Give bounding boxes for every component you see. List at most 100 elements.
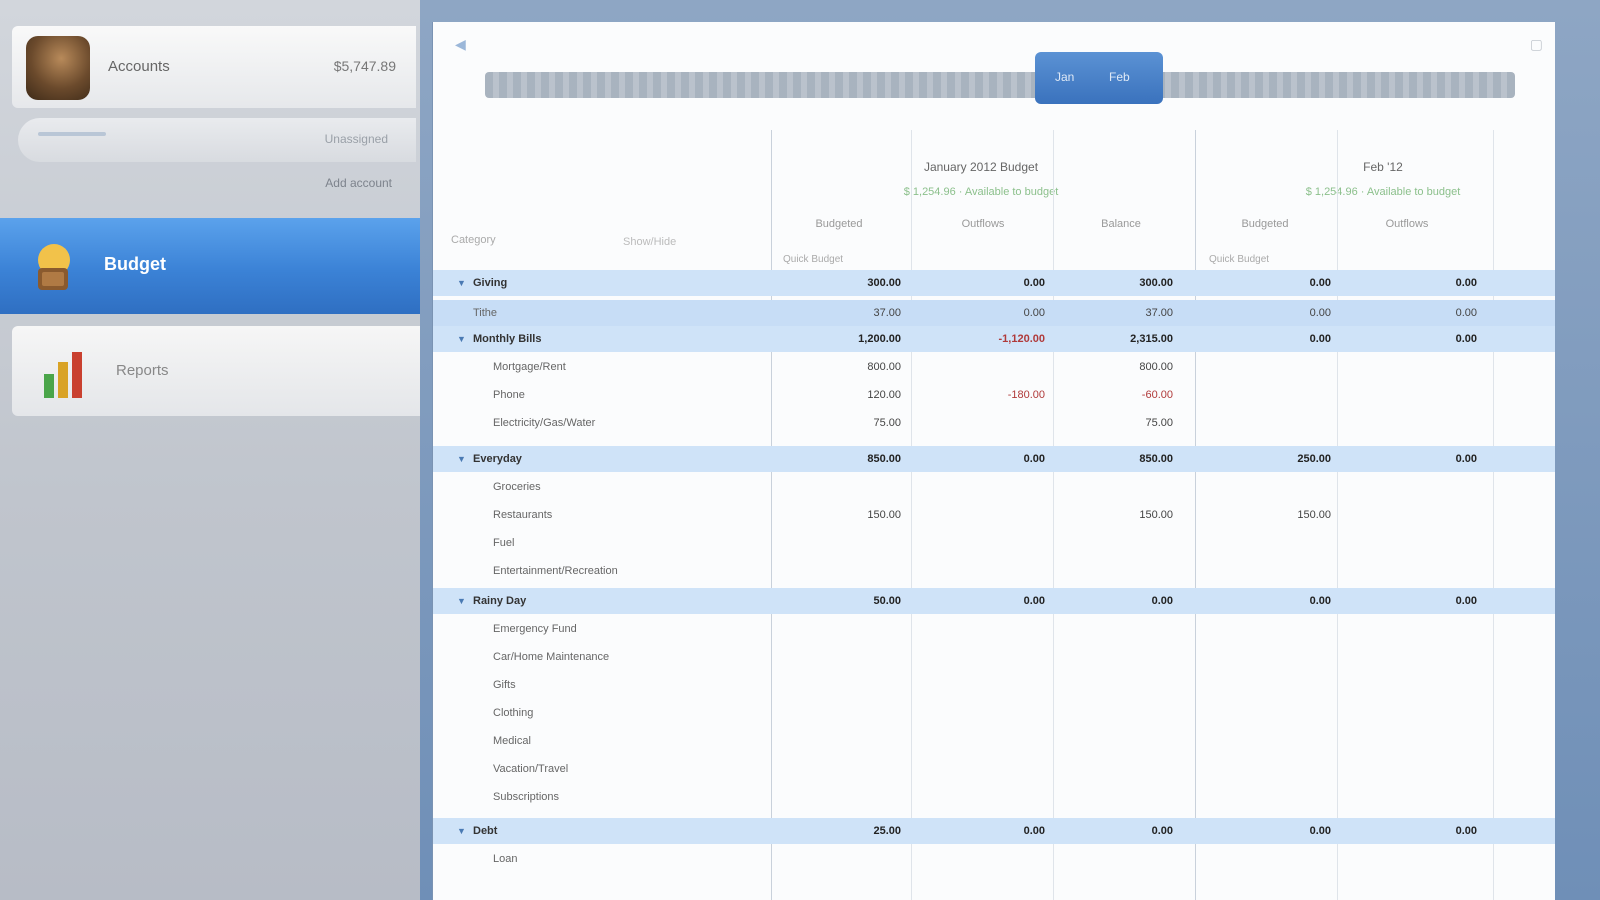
budgeted-cell[interactable]: 0.00 <box>1221 307 1331 319</box>
category-label: Rainy Day <box>473 595 527 607</box>
table-row[interactable]: Emergency Fund <box>433 616 1555 642</box>
column-header-balance: Balance <box>1101 218 1141 230</box>
expand-toggle-icon[interactable]: ▼ <box>457 278 466 288</box>
budgeted-cell[interactable]: 150.00 <box>1221 509 1331 521</box>
table-row[interactable]: Gifts <box>433 672 1555 698</box>
table-row[interactable]: Medical <box>433 728 1555 754</box>
table-row[interactable]: Tithe 37.00 0.00 37.00 0.00 0.00 <box>433 300 1555 326</box>
category-group-row[interactable]: ▼ Debt 25.00 0.00 0.00 0.00 0.00 <box>433 818 1555 844</box>
budgeted-cell[interactable]: 37.00 <box>791 307 901 319</box>
add-account-link[interactable]: Add account <box>325 176 392 190</box>
category-header[interactable]: Category <box>451 234 496 246</box>
available-to-budget: $ 1,254.96 · Available to budget <box>1305 186 1461 198</box>
category-label: Car/Home Maintenance <box>493 651 610 663</box>
budgeted-cell[interactable]: 300.00 <box>791 277 901 289</box>
month-group-header: Feb '12 $ 1,254.96 · Available to budget <box>1213 160 1553 198</box>
budgeted-cell[interactable]: 120.00 <box>791 389 901 401</box>
account-summary[interactable]: Accounts $5,747.89 <box>12 26 416 108</box>
table-row[interactable]: Phone 120.00 -180.00 -60.00 <box>433 382 1555 408</box>
outflows-cell: 0.00 <box>1455 453 1477 465</box>
outflows-cell: 0.00 <box>1455 333 1477 345</box>
balance-cell: 800.00 <box>1139 361 1173 373</box>
quick-budget-dropdown[interactable]: Quick Budget <box>783 254 843 265</box>
category-label: Clothing <box>493 707 534 719</box>
budgeted-cell[interactable]: 0.00 <box>1221 825 1331 837</box>
category-label: Phone <box>493 389 525 401</box>
expand-toggle-icon[interactable]: ▼ <box>457 454 466 464</box>
category-label: Fuel <box>493 537 515 549</box>
budget-panel: ◀ ▢ Jan Feb January 2012 Budget $ 1,254.… <box>432 22 1555 900</box>
outflows-cell: 0.00 <box>1023 453 1045 465</box>
outflows-cell: -1,120.00 <box>998 333 1045 345</box>
available-to-budget: $ 1,254.96 · Available to budget <box>903 186 1059 198</box>
category-label: Electricity/Gas/Water <box>493 417 596 429</box>
expand-toggle-icon[interactable]: ▼ <box>457 334 466 344</box>
expand-toggle-icon[interactable]: ▼ <box>457 826 466 836</box>
budgeted-cell[interactable]: 250.00 <box>1221 453 1331 465</box>
budgeted-cell[interactable]: 800.00 <box>791 361 901 373</box>
account-sub-row: Unassigned <box>18 118 416 162</box>
month-feb[interactable]: Feb <box>1109 70 1130 84</box>
category-group-row[interactable]: ▼ Monthly Bills 1,200.00 -1,120.00 2,315.00 0… <box>433 326 1555 352</box>
selected-months[interactable]: Jan Feb <box>1035 52 1163 104</box>
balance-cell: 37.00 <box>1145 307 1173 319</box>
month-group-title: Feb '12 <box>1363 160 1403 174</box>
category-label: Debt <box>473 825 498 837</box>
category-label: Mortgage/Rent <box>493 361 566 373</box>
month-group-header: January 2012 Budget $ 1,254.96 · Availab… <box>781 160 1181 198</box>
sidebar-item-reports[interactable]: Reports <box>12 326 420 416</box>
table-row[interactable]: Subscriptions <box>433 784 1555 810</box>
month-jan[interactable]: Jan <box>1055 70 1074 84</box>
sidebar-item-label: Budget <box>104 254 166 274</box>
budgeted-cell[interactable]: 75.00 <box>791 417 901 429</box>
outflows-cell: 0.00 <box>1023 825 1045 837</box>
table-row[interactable]: Car/Home Maintenance <box>433 644 1555 670</box>
table-row[interactable]: Fuel <box>433 530 1555 556</box>
budgeted-cell[interactable]: 150.00 <box>791 509 901 521</box>
quick-budget-dropdown[interactable]: Quick Budget <box>1209 254 1269 265</box>
category-label: Monthly Bills <box>473 333 542 345</box>
outflows-cell: 0.00 <box>1455 277 1477 289</box>
account-name: Accounts <box>108 58 170 75</box>
avatar <box>26 36 90 100</box>
table-row[interactable]: Entertainment/Recreation <box>433 558 1555 584</box>
balance-cell: -60.00 <box>1141 389 1173 401</box>
budgeted-cell[interactable]: 50.00 <box>791 595 901 607</box>
table-row[interactable]: Electricity/Gas/Water 75.00 75.00 <box>433 410 1555 436</box>
table-row[interactable]: Clothing <box>433 700 1555 726</box>
show-hide-header[interactable]: Show/Hide <box>623 236 676 248</box>
table-row[interactable]: Groceries <box>433 474 1555 500</box>
category-label: Medical <box>493 735 531 747</box>
chart-icon <box>44 352 82 398</box>
budgeted-cell[interactable]: 0.00 <box>1221 595 1331 607</box>
sidebar: Accounts $5,747.89 Unassigned Add accoun… <box>0 0 420 900</box>
month-group-title: January 2012 Budget <box>923 160 1039 174</box>
budgeted-cell[interactable]: 850.00 <box>791 453 901 465</box>
table-row[interactable]: Mortgage/Rent 800.00 800.00 <box>433 354 1555 380</box>
outflows-cell: 0.00 <box>1023 595 1045 607</box>
category-group-row[interactable]: ▼ Rainy Day 50.00 0.00 0.00 0.00 0.00 <box>433 588 1555 614</box>
column-header-outflows: Outflows <box>961 218 1005 230</box>
budgeted-cell[interactable]: 1,200.00 <box>791 333 901 345</box>
outflows-cell: -180.00 <box>1007 389 1045 401</box>
category-label: Gifts <box>493 679 516 691</box>
account-balance: $5,747.89 <box>333 58 396 74</box>
sidebar-item-budget[interactable]: Budget <box>0 218 420 314</box>
table-row[interactable]: Vacation/Travel <box>433 756 1555 782</box>
month-timeline[interactable] <box>485 72 1515 98</box>
category-label: Groceries <box>493 481 541 493</box>
budgeted-cell[interactable]: 0.00 <box>1221 333 1331 345</box>
category-label: Restaurants <box>493 509 553 521</box>
expand-toggle-icon[interactable]: ▼ <box>457 596 466 606</box>
outflows-cell: 0.00 <box>1023 307 1045 319</box>
back-arrow-icon[interactable]: ◀ <box>455 36 466 53</box>
account-filter-pill[interactable] <box>38 132 106 136</box>
table-row[interactable]: Restaurants 150.00 150.00 150.00 <box>433 502 1555 528</box>
balance-cell: 150.00 <box>1139 509 1173 521</box>
collapse-icon[interactable]: ▢ <box>1530 36 1543 53</box>
category-group-row[interactable]: ▼ Everyday 850.00 0.00 850.00 250.00 0.00 <box>433 446 1555 472</box>
table-row[interactable]: Loan <box>433 846 1555 872</box>
budgeted-cell[interactable]: 25.00 <box>791 825 901 837</box>
category-group-row[interactable]: ▼ Giving 300.00 0.00 300.00 0.00 0.00 <box>433 270 1555 296</box>
budgeted-cell[interactable]: 0.00 <box>1221 277 1331 289</box>
